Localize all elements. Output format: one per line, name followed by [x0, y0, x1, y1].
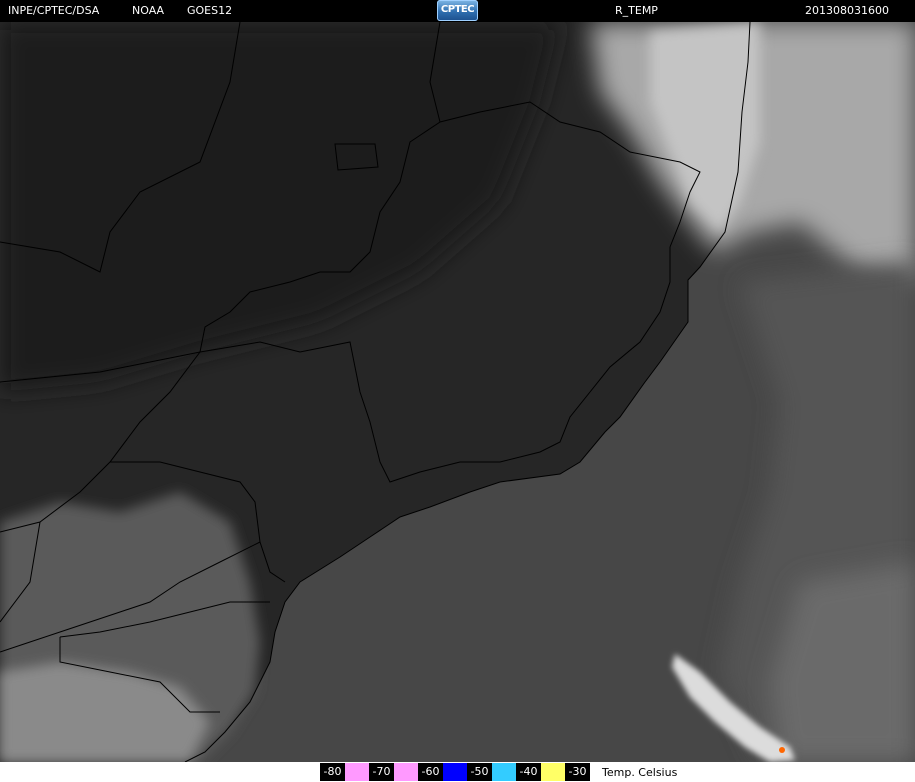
product-label: R_TEMP [615, 4, 658, 17]
agency-label: NOAA [132, 4, 165, 17]
legend-swatch-5 [541, 763, 565, 781]
satellite-label: GOES12 [187, 4, 233, 17]
legend-swatch-2 [394, 763, 418, 781]
legend-label-4: -50 [467, 763, 492, 781]
legend-label-1: -80 [320, 763, 345, 781]
legend-unit: Temp. Celsius [602, 766, 678, 779]
org-label: INPE/CPTEC/DSA [8, 4, 100, 17]
cold-cloud-top-spot [779, 747, 785, 753]
header-bar: INPE/CPTEC/DSA NOAA GOES12 CPTEC R_TEMP … [0, 0, 915, 22]
satellite-image [0, 22, 915, 762]
cptec-logo: CPTEC [437, 0, 478, 21]
legend-label-3: -60 [418, 763, 443, 781]
logo-text: CPTEC [440, 4, 475, 15]
satellite-map-svg [0, 22, 915, 762]
legend-swatch-1 [345, 763, 369, 781]
legend-swatch-4 [492, 763, 516, 781]
legend-label-5: -40 [516, 763, 541, 781]
timestamp-label: 201308031600 [805, 4, 889, 17]
legend-label-2: -70 [369, 763, 394, 781]
temperature-legend: -80 -70 -60 -50 -40 -30 Temp. Celsius [0, 762, 915, 782]
legend-swatch-3 [443, 763, 467, 781]
legend-label-6: -30 [565, 763, 590, 781]
